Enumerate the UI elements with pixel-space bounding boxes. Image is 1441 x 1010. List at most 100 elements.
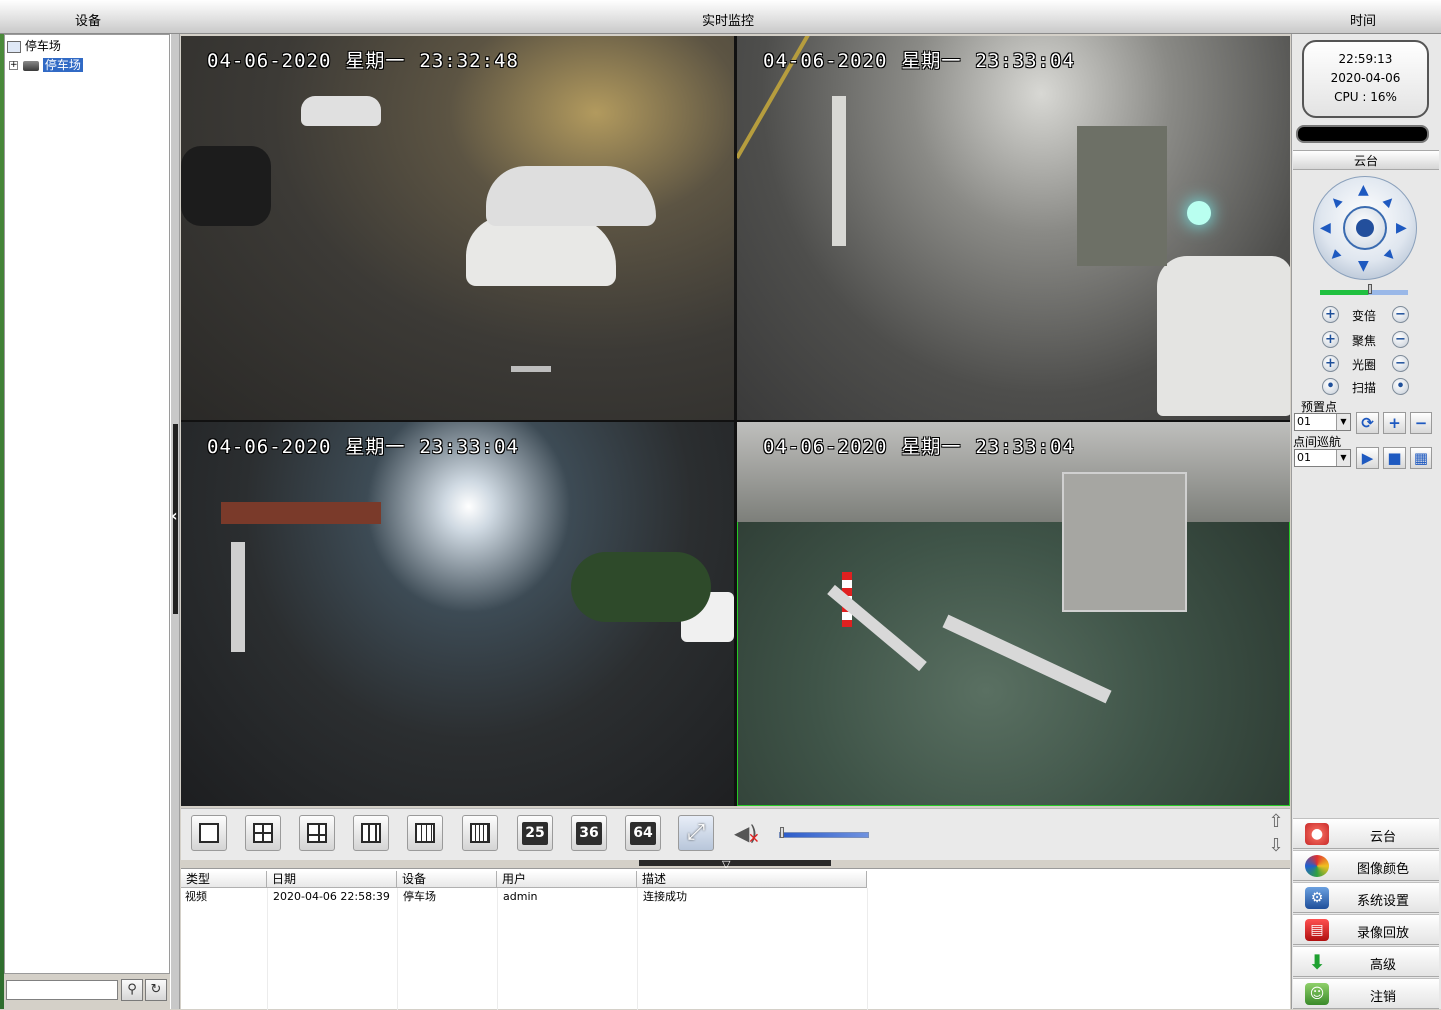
network-icon	[7, 40, 21, 53]
log-header-device[interactable]: 设备	[397, 871, 497, 888]
zoom-out-button[interactable]: −	[1392, 306, 1409, 323]
log-header-description[interactable]: 描述	[637, 871, 867, 888]
layout-64-label: 64	[630, 822, 656, 845]
ptz-down-icon[interactable]: ▼	[1358, 259, 1369, 273]
layout-16-button[interactable]	[462, 815, 498, 851]
ptz-up-icon[interactable]: ▲	[1358, 183, 1369, 197]
shop-sign	[221, 502, 381, 524]
cruise-play-icon[interactable]: ▶	[1356, 447, 1379, 469]
camera-osd-4: 04-06-2020 星期一 23:33:04	[763, 436, 1075, 458]
shrub	[571, 552, 711, 622]
tree-trunk	[231, 542, 245, 652]
camera-view-3[interactable]: 04-06-2020 星期一 23:33:04	[181, 422, 734, 806]
fullscreen-icon[interactable]: ⤢	[678, 815, 714, 851]
layout-4-button[interactable]	[245, 815, 281, 851]
menu-image-color-button[interactable]: 图像颜色	[1293, 850, 1439, 881]
layout-6-button[interactable]	[299, 815, 335, 851]
video-grid: 04-06-2020 星期一 23:32:48 04-06-2020 星期一 23:33…	[181, 36, 1290, 806]
preset-remove-icon[interactable]: −	[1410, 412, 1432, 434]
layout-36-button[interactable]: 36	[571, 815, 607, 851]
scroll-down-icon[interactable]: ⇩	[1265, 835, 1287, 857]
device-search-input[interactable]	[6, 980, 118, 1000]
log-header-date[interactable]: 日期	[267, 871, 397, 888]
layout-64-button[interactable]: 64	[625, 815, 661, 851]
ptz-scan-row: • 扫描 •	[1321, 378, 1411, 396]
menu-ptz-button[interactable]: ● 云台	[1293, 818, 1439, 849]
device-tree[interactable]: 停车场 + 停车场	[4, 34, 170, 974]
camera-view-4[interactable]: 04-06-2020 星期一 23:33:04	[737, 422, 1290, 806]
preset-select[interactable]: 01 ▼	[1294, 413, 1351, 431]
layout-6-icon	[307, 823, 327, 843]
menu-advanced-button[interactable]: ⬇ 高级	[1293, 946, 1439, 977]
green-light	[1187, 201, 1211, 225]
menu-playback-button[interactable]: ▤ 录像回放	[1293, 914, 1439, 945]
camera-osd-3: 04-06-2020 星期一 23:33:04	[207, 436, 519, 458]
log-header-user[interactable]: 用户	[497, 871, 637, 888]
tree-item-parking[interactable]: 停车场	[23, 56, 83, 74]
parked-suv	[301, 96, 381, 126]
ptz-focus-row: + 聚焦 −	[1321, 331, 1411, 349]
layout-toolbar: 25 36 64 ⤢ ◀) ✕ ⇧ ⇩	[181, 808, 1290, 860]
log-cell-description: 连接成功	[643, 890, 687, 903]
ptz-left-icon[interactable]: ◀	[1320, 221, 1331, 235]
table-row[interactable]: 视频 2020-04-06 22:58:39 停车场 admin 连接成功	[181, 889, 867, 905]
preset-add-icon[interactable]: +	[1383, 412, 1406, 434]
ptz-speed-thumb[interactable]	[1368, 284, 1372, 294]
column-divider	[497, 888, 498, 1010]
ptz-zoom-row: + 变倍 −	[1321, 306, 1411, 324]
layout-16-icon	[470, 823, 490, 843]
menu-system-settings-button[interactable]: ⚙ 系统设置	[1293, 882, 1439, 913]
settings-icon: ⚙	[1305, 887, 1329, 909]
menu-logout-label: 注销	[1369, 990, 1396, 1005]
cruise-stop-icon[interactable]: ■	[1383, 447, 1406, 469]
cruise-select[interactable]: 01 ▼	[1294, 449, 1351, 467]
users-icon: ☺	[1305, 983, 1329, 1005]
clock-time: 22:59:13	[1338, 52, 1393, 66]
cruise-label: 点间巡航	[1293, 435, 1342, 449]
tree-expand-toggle[interactable]: +	[9, 61, 18, 70]
log-cell-user: admin	[503, 890, 538, 903]
guard-booth	[1062, 472, 1187, 612]
floor-line	[827, 584, 927, 672]
layout-13-button[interactable]	[407, 815, 443, 851]
volume-slider[interactable]	[779, 832, 869, 838]
clock-date: 2020-04-06	[1330, 71, 1401, 85]
iris-open-button[interactable]: +	[1322, 355, 1339, 372]
ptz-right-icon[interactable]: ▶	[1396, 221, 1407, 235]
focus-far-button[interactable]: −	[1392, 331, 1409, 348]
search-icon[interactable]: ⚲	[121, 979, 143, 1001]
menu-logout-button[interactable]: ☺ 注销	[1293, 978, 1439, 1009]
header-monitor-label: 实时监控	[702, 14, 755, 29]
layout-25-button[interactable]: 25	[517, 815, 553, 851]
refresh-icon[interactable]: ↻	[145, 979, 167, 1001]
camera-view-2[interactable]: 04-06-2020 星期一 23:33:04	[737, 36, 1290, 420]
scan-stop-button[interactable]: •	[1392, 378, 1409, 395]
layout-1-button[interactable]	[191, 815, 227, 851]
focus-near-button[interactable]: +	[1322, 331, 1339, 348]
camera-view-1[interactable]: 04-06-2020 星期一 23:32:48	[181, 36, 734, 420]
camera-osd-2: 04-06-2020 星期一 23:33:04	[763, 50, 1075, 72]
cruise-grid-icon[interactable]: ▦	[1410, 447, 1432, 469]
ptz-speed-slider[interactable]	[1320, 290, 1408, 295]
log-cell-date: 2020-04-06 22:58:39	[273, 890, 390, 903]
road-arrow	[511, 366, 551, 372]
scroll-up-icon[interactable]: ⇧	[1265, 811, 1287, 833]
layout-1-icon	[199, 823, 219, 843]
preset-call-icon[interactable]: ⟳	[1356, 412, 1379, 434]
iris-close-button[interactable]: −	[1392, 355, 1409, 372]
parked-car	[466, 216, 616, 286]
layout-9-button[interactable]	[353, 815, 389, 851]
parked-car	[486, 166, 656, 226]
clock-display: 22:59:13 2020-04-06 CPU : 16%	[1302, 40, 1429, 118]
volume-slider-thumb[interactable]	[780, 827, 784, 838]
zoom-in-button[interactable]: +	[1322, 306, 1339, 323]
log-panel-handle[interactable]	[639, 860, 831, 866]
download-arrow-icon: ⬇	[1308, 950, 1326, 974]
collapse-left-icon[interactable]: ‹	[171, 506, 178, 525]
menu-image-color-label: 图像颜色	[1356, 862, 1409, 877]
column-divider	[267, 888, 268, 1010]
log-header-type[interactable]: 类型	[181, 871, 267, 888]
scan-start-button[interactable]: •	[1322, 378, 1339, 395]
tree-root[interactable]: 停车场	[7, 37, 61, 55]
cpu-usage: CPU : 16%	[1334, 90, 1397, 104]
